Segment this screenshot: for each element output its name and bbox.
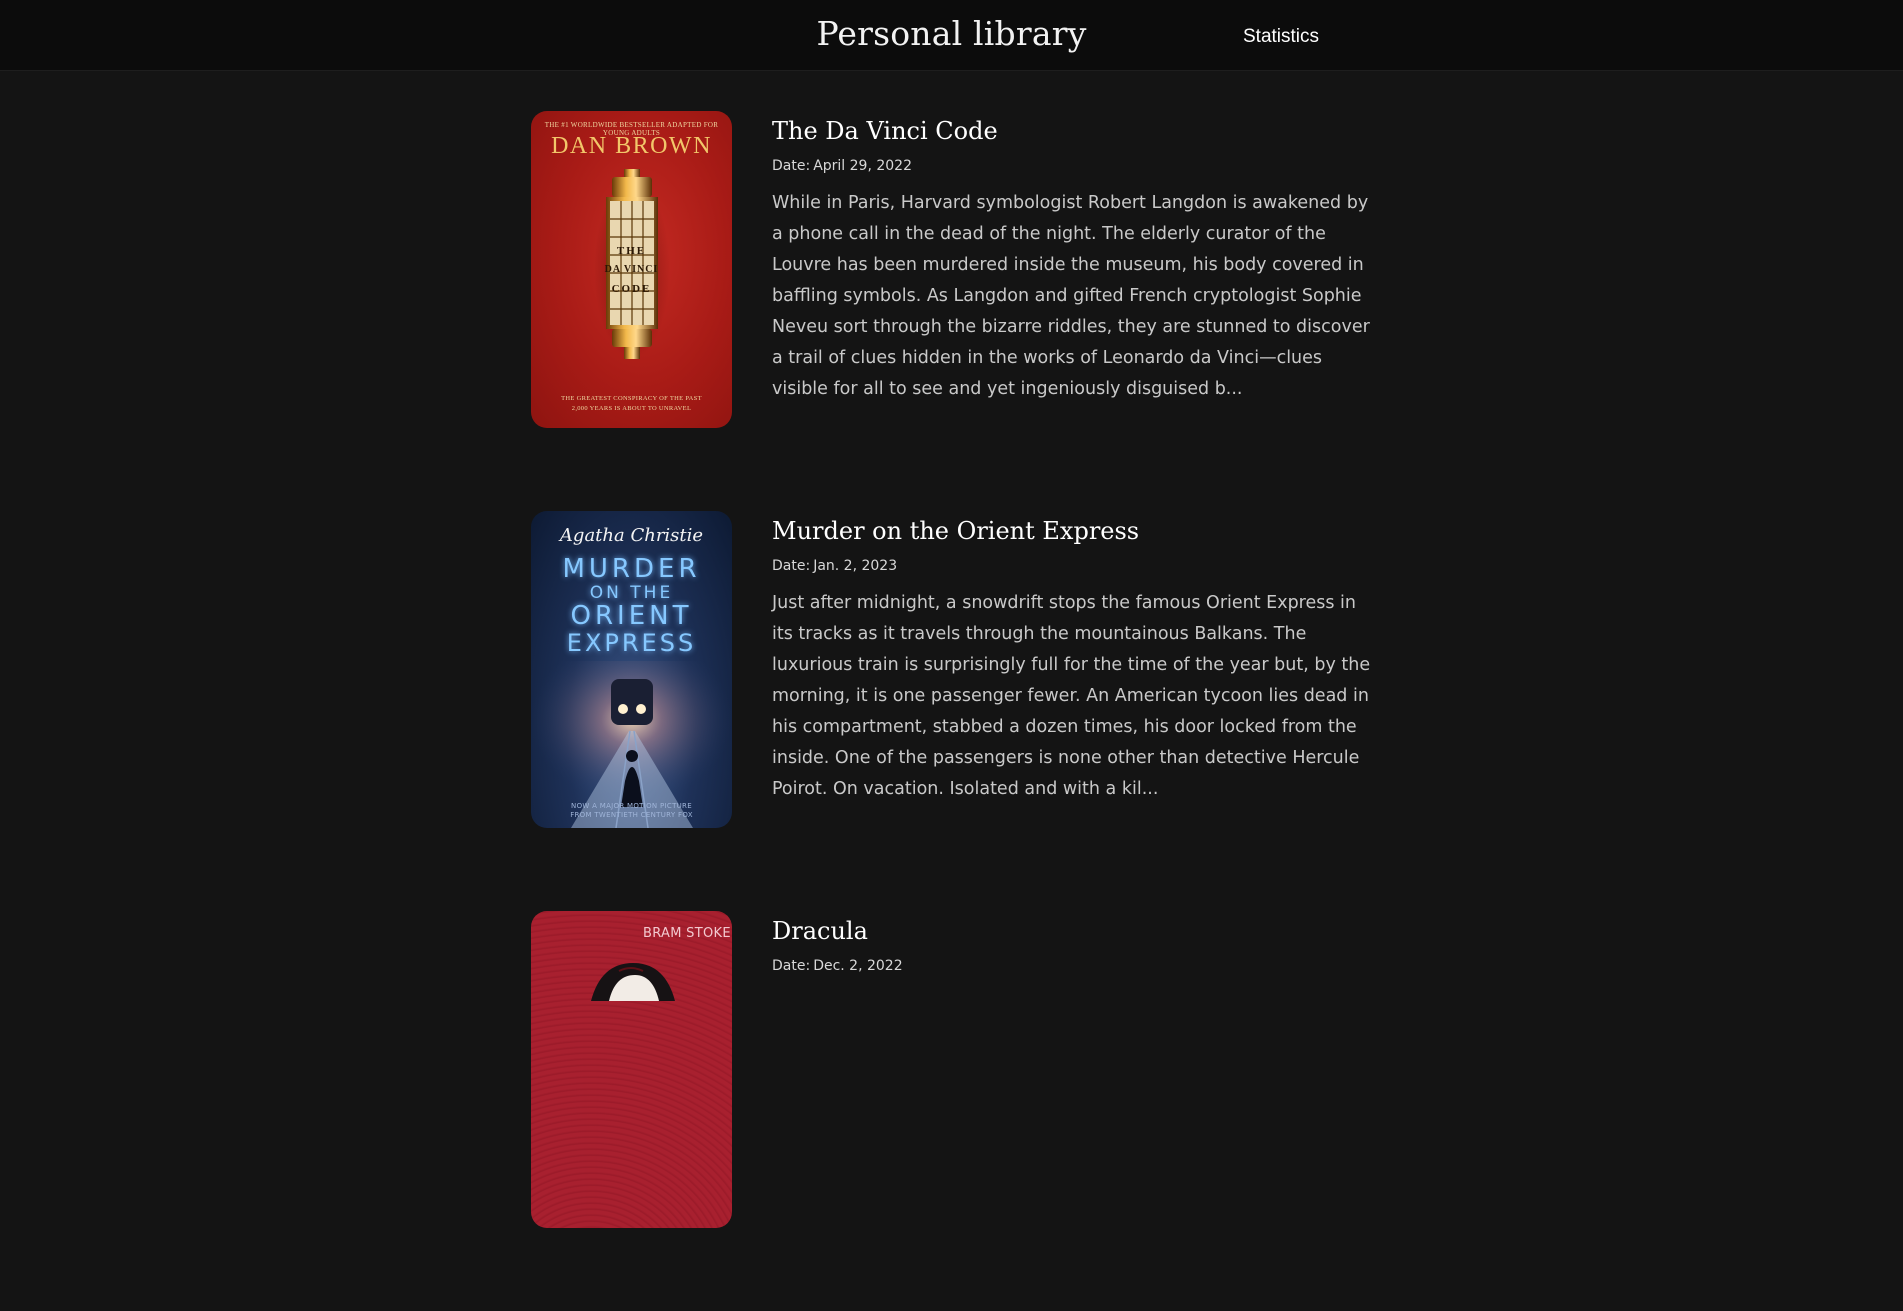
book-cover-dracula[interactable]: BRAM STOKER (531, 911, 732, 1228)
cryptex-word-code: CODE (611, 283, 652, 295)
statistics-link[interactable]: Statistics (1243, 26, 1319, 48)
book-item: Agatha Christie MURDER ON THE ORIENT EXP… (531, 511, 1371, 911)
date-value: Dec. 2, 2022 (813, 958, 903, 974)
cover-bottom-tagline: NOW A MAJOR MOTION PICTURE FROM TWENTIET… (531, 802, 732, 820)
cover-author: DAN BROWN (551, 133, 712, 159)
book-cover-murder-on-the-orient-express[interactable]: Agatha Christie MURDER ON THE ORIENT EXP… (531, 511, 732, 828)
cover-bottom-tagline: THE GREATEST CONSPIRACY OF THE PAST 2,00… (531, 394, 732, 414)
cryptex-word-da-vinci: DA VINCI (604, 264, 659, 275)
dracula-figure-illustration (591, 963, 675, 1001)
cover-title-line-1: MURDER (562, 554, 701, 584)
book-item: THE #1 WORLDWIDE BESTSELLER ADAPTED FOR … (531, 111, 1371, 511)
cover-bottom-line-1: NOW A MAJOR MOTION PICTURE (571, 802, 692, 810)
book-cover-da-vinci-code[interactable]: THE #1 WORLDWIDE BESTSELLER ADAPTED FOR … (531, 111, 732, 428)
book-item: BRAM STOKER Dracula Date: Dec. 2, 2022 (531, 911, 1371, 1311)
date-label: Date: (772, 158, 811, 174)
book-date: Date: April 29, 2022 (772, 157, 1372, 175)
book-title[interactable]: The Da Vinci Code (772, 116, 1372, 146)
cover-title: MURDER ON THE ORIENT EXPRESS (531, 554, 732, 657)
date-value: April 29, 2022 (813, 158, 912, 174)
cover-bottom-line-1: THE GREATEST CONSPIRACY OF THE PAST (561, 395, 702, 402)
book-list: THE #1 WORLDWIDE BESTSELLER ADAPTED FOR … (531, 111, 1371, 1311)
cover-author: Agatha Christie (559, 525, 704, 546)
cover-title-line-4: EXPRESS (566, 629, 697, 657)
book-description: Just after midnight, a snowdrift stops t… (772, 593, 1371, 799)
cover-bottom-line-2: FROM TWENTIETH CENTURY FOX (570, 811, 693, 819)
cryptex-word-the: THE (616, 245, 647, 257)
book-title[interactable]: Murder on the Orient Express (772, 516, 1372, 546)
book-date: Date: Dec. 2, 2022 (772, 957, 1371, 975)
top-header: Personal library Statistics (0, 0, 1903, 71)
book-description: While in Paris, Harvard symbologist Robe… (772, 193, 1370, 399)
date-label: Date: (772, 958, 811, 974)
cover-bottom-line-2: 2,000 YEARS IS ABOUT TO UNRAVEL (571, 405, 692, 412)
cover-author: BRAM STOKER (643, 926, 732, 941)
date-value: Jan. 2, 2023 (813, 558, 898, 574)
book-date: Date: Jan. 2, 2023 (772, 557, 1372, 575)
book-title[interactable]: Dracula (772, 916, 1371, 946)
cover-title-line-3: ORIENT (570, 601, 693, 631)
date-label: Date: (772, 558, 811, 574)
book-info: Murder on the Orient Express Date: Jan. 2… (772, 511, 1372, 911)
cover-title-line-2: ON THE (589, 583, 674, 603)
book-info: The Da Vinci Code Date: April 29, 2022 Wh… (772, 111, 1372, 511)
site-title: Personal library (816, 14, 1087, 53)
book-info: Dracula Date: Dec. 2, 2022 (772, 911, 1371, 1311)
